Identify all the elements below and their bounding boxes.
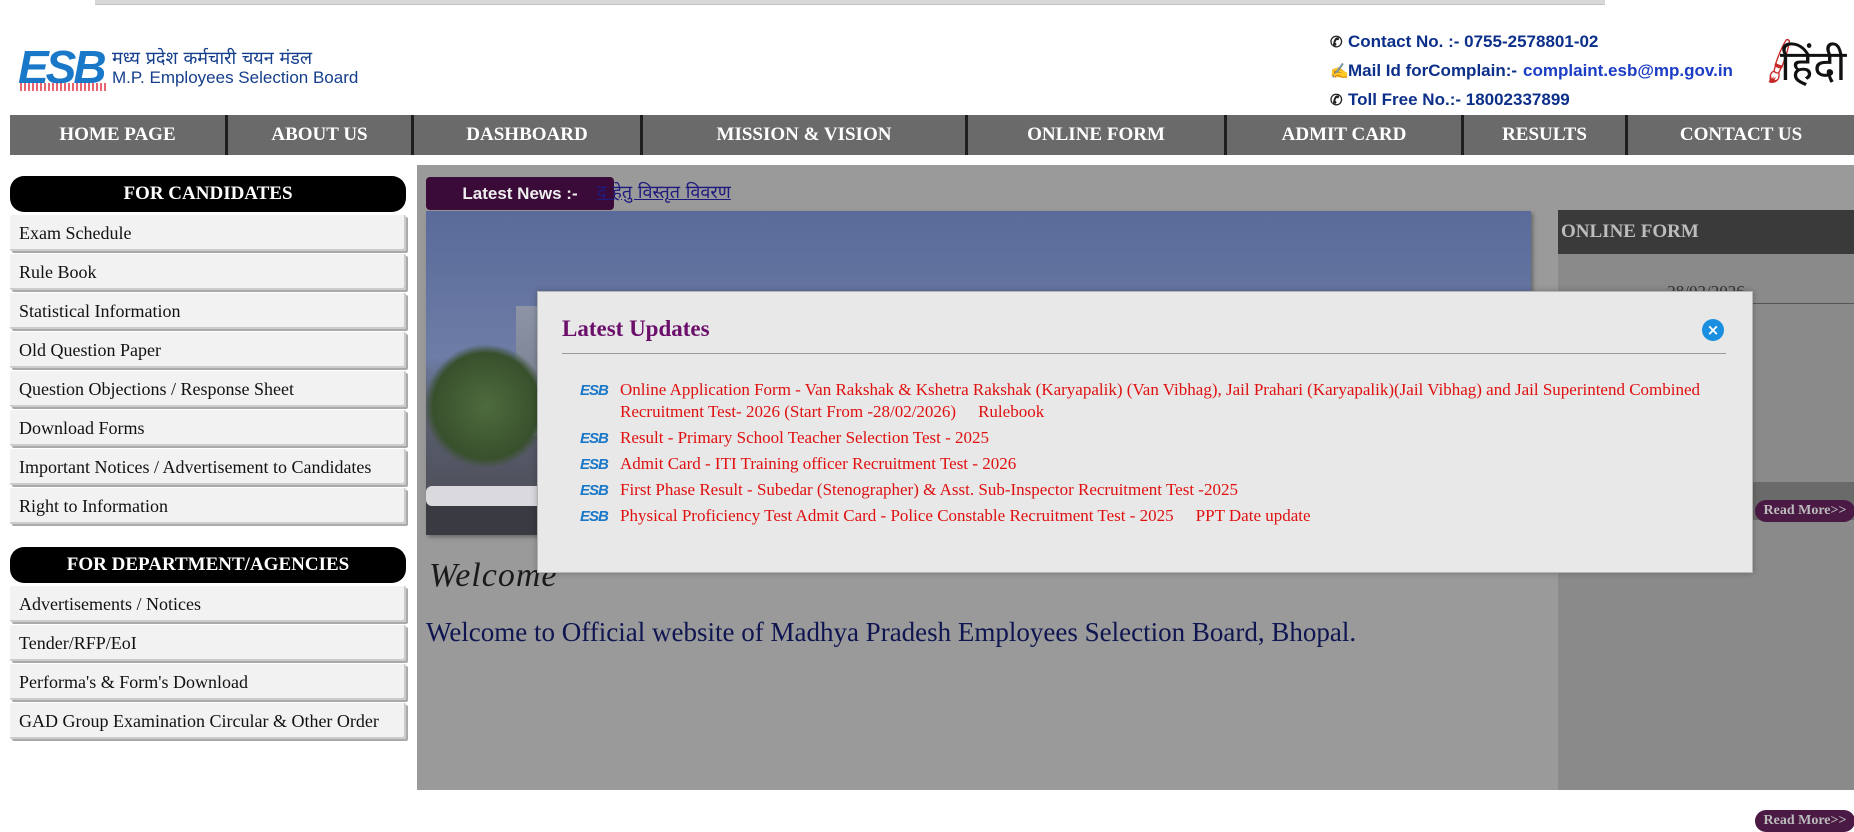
phone-icon: ✆ — [1330, 92, 1343, 109]
nav-mission-vision[interactable]: MISSION & VISION — [643, 115, 968, 155]
update-text[interactable]: Online Application Form - Van Rakshak & … — [620, 380, 1700, 421]
nav-dashboard[interactable]: DASHBOARD — [414, 115, 643, 155]
online-form-heading: ONLINE FORM — [1558, 210, 1854, 254]
sidebar-item-performa-download[interactable]: Performa's & Form's Download — [10, 664, 406, 700]
contact-phone-row: ✆ Contact No. :- 0755-2578801-02 — [1330, 28, 1733, 57]
contact-block: ✆ Contact No. :- 0755-2578801-02 ✍Mail Id… — [1330, 28, 1733, 115]
nav-home[interactable]: HOME PAGE — [10, 115, 228, 155]
pen-icon: ✍ — [1330, 63, 1349, 80]
logo-mark-underline — [20, 83, 106, 91]
candidates-heading: FOR CANDIDATES — [10, 176, 406, 212]
contact-mail-label: Mail Id forComplain:- — [1348, 61, 1518, 80]
esb-badge-icon: ESB — [580, 382, 609, 399]
logo-hindi-name: मध्य प्रदेश कर्मचारी चयन मंडल — [112, 48, 313, 69]
nav-about[interactable]: ABOUT US — [228, 115, 414, 155]
sidebar-item-right-to-information[interactable]: Right to Information — [10, 488, 406, 524]
sidebar-item-statistical-information[interactable]: Statistical Information — [10, 293, 406, 329]
language-toggle-hindi[interactable]: 🖌 हिंदी — [1752, 35, 1847, 93]
update-item[interactable]: ESB First Phase Result - Subedar (Stenogr… — [580, 479, 1730, 501]
update-item[interactable]: ESB Online Application Form - Van Rakshak… — [580, 379, 1730, 423]
browser-scroll-strip — [95, 0, 1605, 5]
latest-news-link[interactable]: द हेतु विस्तृत विवरण — [597, 180, 731, 204]
welcome-text: Welcome to Official website of Madhya Pr… — [426, 617, 1357, 647]
sidebar-item-advertisements[interactable]: Advertisements / Notices — [10, 586, 406, 622]
contact-tollfree: Toll Free No.:- 18002337899 — [1348, 90, 1570, 109]
language-toggle-label: हिंदी — [1780, 41, 1847, 90]
update-extra-link[interactable]: PPT Date update — [1196, 506, 1311, 525]
latest-news-label: Latest News :- — [426, 177, 614, 210]
sidebar-item-old-question-paper[interactable]: Old Question Paper — [10, 332, 406, 368]
update-item[interactable]: ESB Physical Proficiency Test Admit Card … — [580, 505, 1730, 527]
left-sidebar: FOR CANDIDATES Exam Schedule Rule Book S… — [10, 176, 406, 742]
sidebar-item-download-forms[interactable]: Download Forms — [10, 410, 406, 446]
logo-english-name: M.P. Employees Selection Board — [112, 68, 359, 87]
updates-list: ESB Online Application Form - Van Rakshak… — [580, 379, 1730, 531]
nav-contact[interactable]: CONTACT US — [1628, 115, 1854, 155]
close-icon[interactable]: × — [1702, 319, 1724, 341]
sidebar-item-exam-schedule[interactable]: Exam Schedule — [10, 215, 406, 251]
update-item[interactable]: ESB Result - Primary School Teacher Selec… — [580, 427, 1730, 449]
sidebar-item-tender[interactable]: Tender/RFP/EoI — [10, 625, 406, 661]
contact-mail-row: ✍Mail Id forComplain:- complaint.esb@mp.g… — [1330, 57, 1733, 86]
modal-title: Latest Updates — [562, 316, 710, 341]
update-text[interactable]: Physical Proficiency Test Admit Card - P… — [620, 506, 1174, 525]
esb-badge-icon: ESB — [580, 430, 609, 447]
update-extra-link[interactable]: Rulebook — [978, 402, 1044, 421]
department-heading: FOR DEPARTMENT/AGENCIES — [10, 547, 406, 583]
contact-mail-link[interactable]: complaint.esb@mp.gov.in — [1523, 61, 1733, 80]
read-more-button[interactable]: Read More>> — [1755, 500, 1854, 522]
esb-badge-icon: ESB — [580, 508, 609, 525]
esb-logo-mark: ESB — [18, 42, 108, 92]
read-more-button[interactable]: Read More>> — [1755, 810, 1854, 832]
sidebar-item-rule-book[interactable]: Rule Book — [10, 254, 406, 290]
modal-divider — [562, 353, 1726, 354]
esb-logo[interactable]: ESB मध्य प्रदेश कर्मचारी चयन मंडल M.P. E… — [18, 40, 358, 96]
phone-icon: ✆ — [1330, 34, 1343, 51]
contact-phone: Contact No. :- 0755-2578801-02 — [1348, 32, 1599, 51]
latest-updates-modal: Latest Updates × ESB Online Application F… — [537, 291, 1753, 573]
update-item[interactable]: ESB Admit Card - ITI Training officer Rec… — [580, 453, 1730, 475]
nav-results[interactable]: RESULTS — [1464, 115, 1628, 155]
esb-badge-icon: ESB — [580, 482, 609, 499]
update-text[interactable]: Admit Card - ITI Training officer Recrui… — [620, 454, 1016, 473]
main-nav: HOME PAGE ABOUT US DASHBOARD MISSION & V… — [10, 115, 1854, 155]
nav-admit-card[interactable]: ADMIT CARD — [1227, 115, 1464, 155]
esb-badge-icon: ESB — [580, 456, 609, 473]
nav-online-form[interactable]: ONLINE FORM — [968, 115, 1227, 155]
contact-tollfree-row: ✆ Toll Free No.:- 18002337899 — [1330, 86, 1733, 115]
sidebar-item-important-notices[interactable]: Important Notices / Advertisement to Can… — [10, 449, 406, 485]
update-text[interactable]: First Phase Result - Subedar (Stenograph… — [620, 480, 1238, 499]
sidebar-item-question-objections[interactable]: Question Objections / Response Sheet — [10, 371, 406, 407]
sidebar-item-gad-circular[interactable]: GAD Group Examination Circular & Other O… — [10, 703, 406, 739]
update-text[interactable]: Result - Primary School Teacher Selectio… — [620, 428, 989, 447]
